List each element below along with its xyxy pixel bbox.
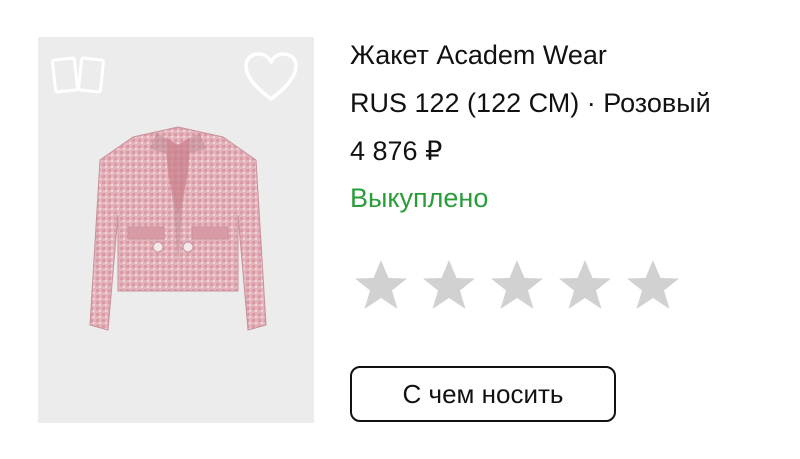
star-icon[interactable] [622, 256, 684, 316]
heart-icon[interactable] [240, 49, 302, 105]
order-status: Выкуплено [350, 183, 489, 213]
product-price: 4 876 ₽ [350, 136, 443, 166]
compare-cards-icon[interactable] [50, 51, 106, 99]
star-icon[interactable] [350, 256, 412, 316]
rating-stars [350, 256, 684, 316]
star-icon[interactable] [418, 256, 480, 316]
star-icon[interactable] [554, 256, 616, 316]
star-icon[interactable] [486, 256, 548, 316]
product-variant: RUS 122 (122 СМ) · Розовый [350, 88, 711, 118]
product-image[interactable] [38, 37, 314, 423]
jacket-image [89, 126, 267, 331]
what-to-wear-button[interactable]: С чем носить [350, 366, 616, 422]
product-title[interactable]: Жакет Academ Wear [350, 40, 607, 71]
